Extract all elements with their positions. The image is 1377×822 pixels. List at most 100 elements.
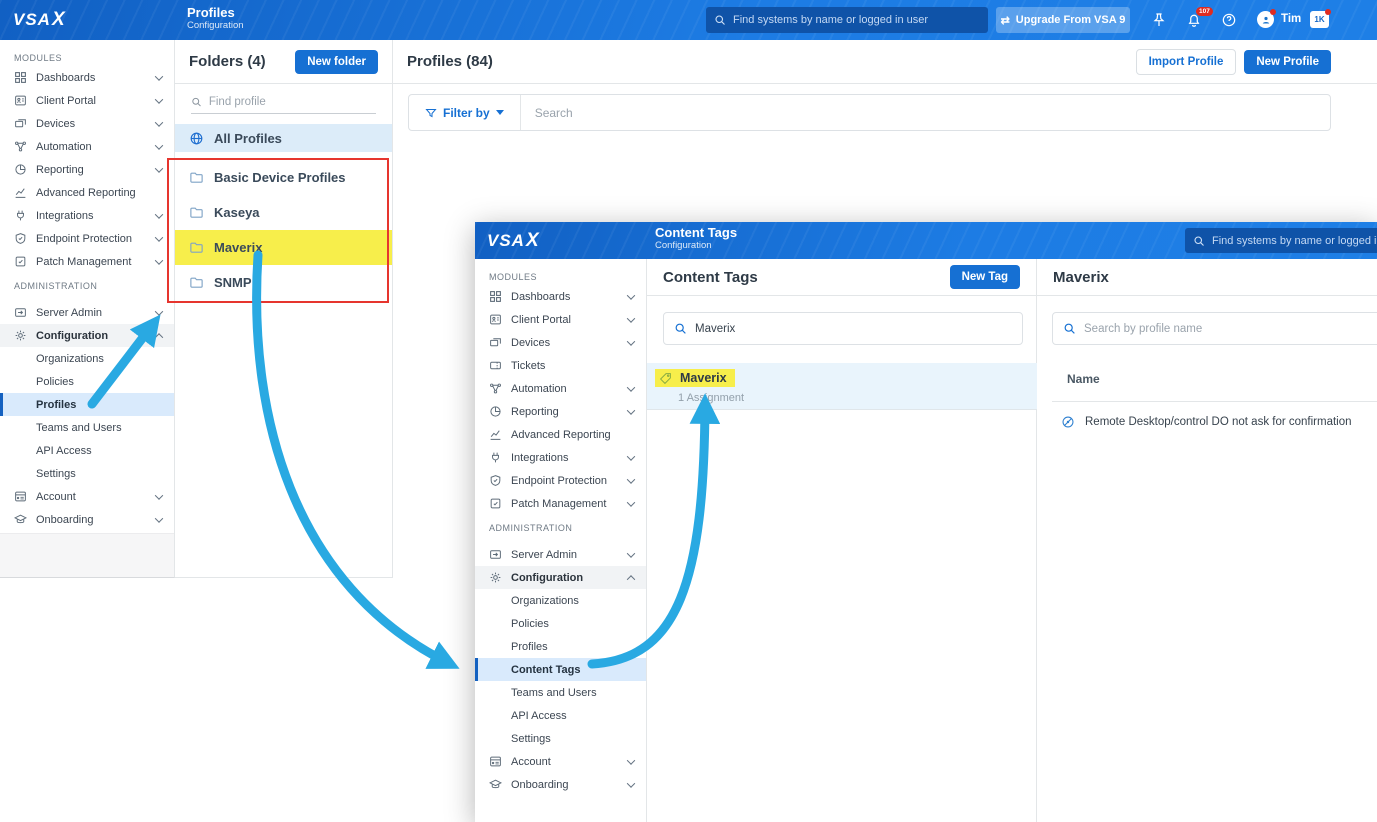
sidebar-item-dashboards[interactable]: Dashboards (475, 285, 646, 308)
sidebar-item-api-access[interactable]: API Access (475, 704, 646, 727)
import-profile-button[interactable]: Import Profile (1136, 49, 1237, 75)
sidebar-item-reporting[interactable]: Reporting (0, 158, 174, 181)
sidebar-item-account[interactable]: Account (475, 750, 646, 773)
sidebar-item-policies[interactable]: Policies (475, 612, 646, 635)
item-label: Integrations (511, 452, 568, 464)
profile-search-box[interactable] (1052, 312, 1377, 345)
profile-row[interactable]: Remote Desktop/control DO not ask for co… (1061, 415, 1352, 429)
global-search-input[interactable] (1212, 235, 1377, 247)
sidebar-item-api-access[interactable]: API Access (0, 439, 174, 462)
server-admin-icon (14, 306, 27, 319)
tag-name-highlight[interactable]: Maverix (655, 369, 735, 387)
sidebar-item-patch-management[interactable]: Patch Management (0, 250, 174, 273)
tag-search-box[interactable] (663, 312, 1023, 345)
new-folder-button[interactable]: New folder (295, 50, 378, 74)
filter-by-label: Filter by (443, 106, 490, 120)
item-label: Client Portal (511, 314, 571, 326)
folder-label: All Profiles (214, 131, 282, 146)
sidebar-item-endpoint-protection[interactable]: Endpoint Protection (0, 227, 174, 250)
item-label: Dashboards (511, 291, 570, 303)
global-search-input[interactable] (733, 14, 980, 26)
remote-control-icon (1061, 415, 1075, 429)
sidebar-item-patch-management[interactable]: Patch Management (475, 492, 646, 515)
item-label: Profiles (36, 399, 76, 411)
sidebar-item-advanced-reporting[interactable]: Advanced Reporting (475, 423, 646, 446)
item-label: Advanced Reporting (511, 429, 611, 441)
devices-icon (14, 117, 27, 130)
sidebar-item-integrations[interactable]: Integrations (0, 204, 174, 227)
sidebar-item-account[interactable]: Account (0, 485, 174, 508)
sidebar-item-content-tags[interactable]: Content Tags (475, 658, 646, 681)
item-label: API Access (36, 445, 92, 457)
global-search[interactable] (706, 7, 988, 33)
sidebar-item-automation[interactable]: Automation (0, 135, 174, 158)
sidebar-item-organizations[interactable]: Organizations (0, 347, 174, 370)
tag-icon (659, 372, 672, 385)
page-subtitle: Configuration (187, 21, 244, 32)
item-label: Dashboards (36, 72, 95, 84)
client-portal-icon (14, 94, 27, 107)
sidebar-item-client-portal[interactable]: Client Portal (475, 308, 646, 331)
sidebar-item-teams-and-users[interactable]: Teams and Users (0, 416, 174, 439)
sidebar-item-configuration[interactable]: Configuration (0, 324, 174, 347)
patch-management-icon (489, 497, 502, 510)
new-tag-button[interactable]: New Tag (950, 265, 1020, 289)
sidebar-item-tickets[interactable]: Tickets (475, 354, 646, 377)
folder-item-basic-device-profiles[interactable]: Basic Device Profiles (175, 160, 392, 195)
sidebar-item-profiles[interactable]: Profiles (0, 393, 174, 416)
sidebar-item-onboarding[interactable]: Onboarding (475, 773, 646, 796)
sidebar-item-policies[interactable]: Policies (0, 370, 174, 393)
chevron-down-icon (155, 141, 163, 149)
onboarding-icon (489, 778, 502, 791)
sidebar-item-devices[interactable]: Devices (0, 112, 174, 135)
sidebar-item-onboarding[interactable]: Onboarding (0, 508, 174, 531)
item-label: Onboarding (36, 514, 94, 526)
find-profile-search[interactable] (191, 96, 376, 114)
find-profile-input[interactable] (209, 96, 376, 108)
notification-badge: 107 (1196, 7, 1213, 16)
pin-icon[interactable] (1151, 12, 1167, 28)
sidebar-item-profiles[interactable]: Profiles (475, 635, 646, 658)
profiles-search-input[interactable] (521, 106, 1330, 120)
item-label: Configuration (511, 572, 583, 584)
sidebar-item-configuration[interactable]: Configuration (475, 566, 646, 589)
global-search[interactable] (1185, 228, 1377, 253)
folder-label: Basic Device Profiles (214, 170, 346, 185)
folder-item-all-profiles[interactable]: All Profiles (175, 124, 392, 152)
item-label: Policies (511, 618, 549, 630)
sidebar-item-endpoint-protection[interactable]: Endpoint Protection (475, 469, 646, 492)
sidebar-item-client-portal[interactable]: Client Portal (0, 89, 174, 112)
onboarding-icon (14, 513, 27, 526)
upgrade-label: Upgrade From VSA 9 (1016, 14, 1126, 26)
sidebar-item-teams-and-users[interactable]: Teams and Users (475, 681, 646, 704)
filter-by-dropdown[interactable]: Filter by (409, 95, 521, 130)
upgrade-button[interactable]: ⇄ Upgrade From VSA 9 (996, 7, 1130, 33)
new-profile-button[interactable]: New Profile (1244, 50, 1331, 74)
sidebar-item-devices[interactable]: Devices (475, 331, 646, 354)
tag-search-input[interactable] (695, 323, 1012, 335)
sidebar-item-server-admin[interactable]: Server Admin (475, 543, 646, 566)
folders-panel-header: Folders (4) New folder (175, 40, 392, 84)
sidebar-item-reporting[interactable]: Reporting (475, 400, 646, 423)
sidebar-item-settings[interactable]: Settings (475, 727, 646, 750)
sidebar-item-advanced-reporting[interactable]: Advanced Reporting (0, 181, 174, 204)
sidebar-item-server-admin[interactable]: Server Admin (0, 301, 174, 324)
administration-section-label: ADMINISTRATION (0, 273, 174, 301)
sidebar-item-settings[interactable]: Settings (0, 462, 174, 485)
overlay-top-bar: VSAX Content Tags Configuration (475, 222, 1377, 259)
help-icon[interactable] (1221, 12, 1237, 28)
sidebar-item-organizations[interactable]: Organizations (475, 589, 646, 612)
folder-item-kaseya[interactable]: Kaseya (175, 195, 392, 230)
vsax-logo: VSAX (487, 230, 540, 252)
sidebar-item-integrations[interactable]: Integrations (475, 446, 646, 469)
item-label: Client Portal (36, 95, 96, 107)
profile-search-input[interactable] (1084, 323, 1377, 335)
folder-item-snmp[interactable]: SNMP (175, 265, 392, 300)
chevron-down-icon (627, 291, 635, 299)
chevron-up-icon (155, 333, 163, 341)
folder-item-maverix[interactable]: Maverix (175, 230, 392, 265)
name-column-header: Name (1067, 372, 1100, 386)
search-icon (1193, 235, 1205, 247)
sidebar-item-dashboards[interactable]: Dashboards (0, 66, 174, 89)
sidebar-item-automation[interactable]: Automation (475, 377, 646, 400)
